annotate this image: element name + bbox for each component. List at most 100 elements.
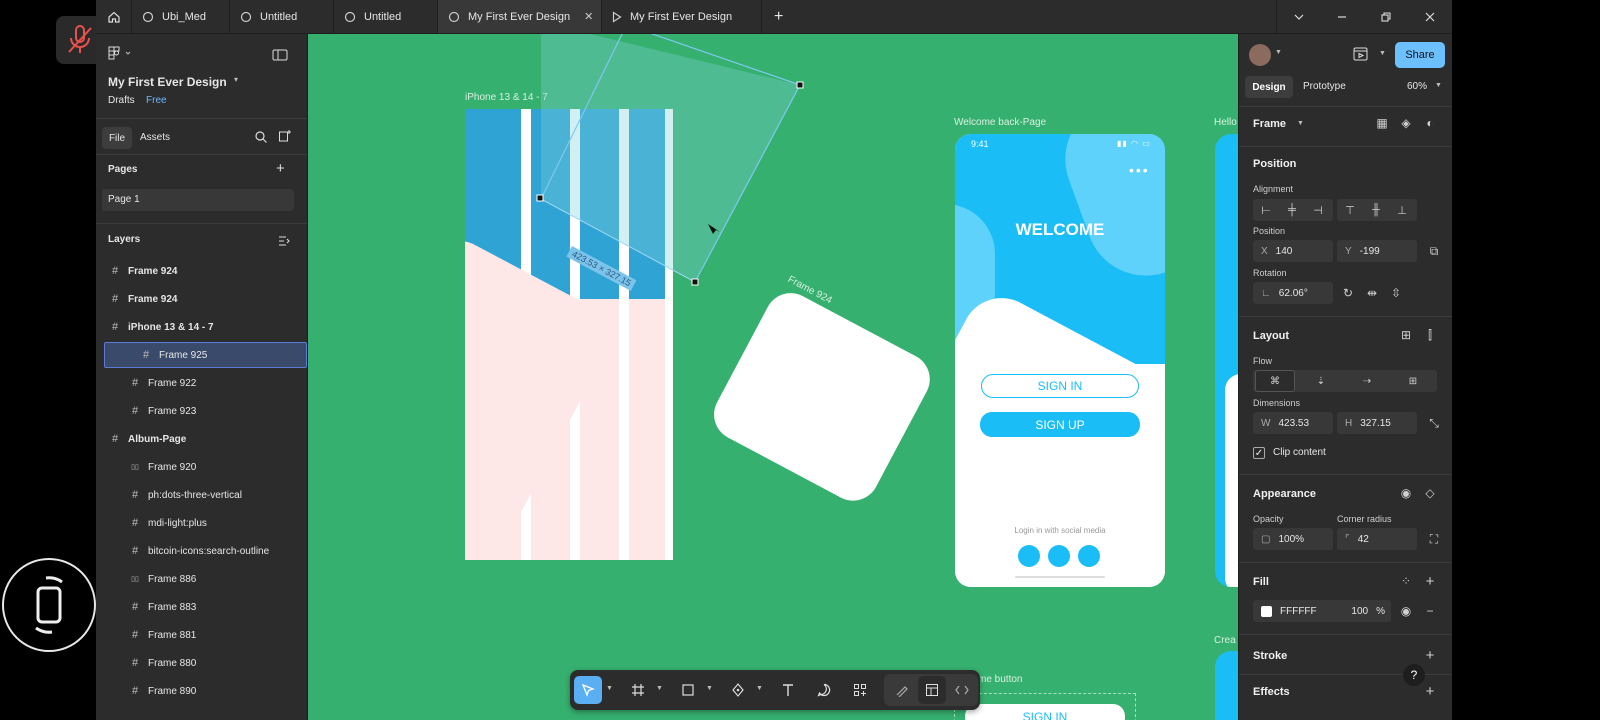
frame-label-create-partial[interactable]: Crea bbox=[1214, 635, 1236, 646]
constraints-icon[interactable]: ⧉ bbox=[1423, 240, 1445, 262]
add-fill-icon[interactable]: + bbox=[1419, 570, 1441, 592]
sign-up-button[interactable]: SIGN UP bbox=[980, 412, 1140, 437]
rotation-input[interactable]: ∟ 62.06° bbox=[1253, 282, 1333, 304]
avatar-chevron-icon[interactable]: ▼ bbox=[1275, 49, 1282, 56]
toggle-sidebar-button[interactable] bbox=[272, 48, 288, 66]
align-top-icon[interactable]: ⊤ bbox=[1339, 199, 1361, 221]
blend-mode-icon[interactable]: ◇ bbox=[1419, 482, 1441, 504]
add-effect-icon[interactable]: + bbox=[1419, 680, 1441, 702]
x-input[interactable]: X 140 bbox=[1253, 240, 1333, 262]
layer-row[interactable]: # Frame 883 bbox=[96, 594, 307, 620]
independent-corners-icon[interactable]: ⛶ bbox=[1423, 528, 1445, 550]
close-window-button[interactable] bbox=[1408, 0, 1452, 33]
minimize-button[interactable] bbox=[1320, 0, 1364, 33]
align-left-icon[interactable]: ⊢ bbox=[1255, 199, 1277, 221]
clip-content-checkbox[interactable]: ✓ bbox=[1253, 447, 1265, 459]
zoom-level[interactable]: 60% bbox=[1407, 81, 1427, 92]
file-name[interactable]: My First Ever Design bbox=[108, 75, 227, 89]
page-item[interactable]: Page 1 bbox=[102, 189, 294, 211]
frame-label-button[interactable]: me button bbox=[978, 674, 1022, 685]
tab-my-first-ever-design-prototype[interactable]: My First Ever Design bbox=[602, 0, 762, 33]
layer-row[interactable]: # ph:dots-three-vertical bbox=[96, 482, 307, 508]
styles-icon[interactable]: ⁘ bbox=[1395, 570, 1417, 592]
instagram-icon[interactable] bbox=[1018, 545, 1040, 567]
width-input[interactable]: W 423.53 bbox=[1253, 412, 1333, 434]
add-library-button[interactable] bbox=[278, 129, 292, 148]
text-tool-button[interactable] bbox=[774, 676, 802, 704]
tab-untitled-1[interactable]: Untitled bbox=[230, 0, 334, 33]
actions-button[interactable] bbox=[846, 676, 874, 704]
layer-row[interactable]: # iPhone 13 & 14 - 7 bbox=[96, 314, 307, 340]
rotate-screen-button[interactable] bbox=[2, 558, 96, 652]
chevron-down-icon[interactable]: ▼ bbox=[756, 685, 763, 692]
layer-row[interactable]: # mdi-light:plus bbox=[96, 510, 307, 536]
contrast-icon[interactable]: ◐ bbox=[1419, 112, 1441, 134]
new-tab-button[interactable]: + bbox=[764, 0, 794, 33]
corner-radius-input[interactable]: ⌜ 42 bbox=[1337, 528, 1417, 550]
bottom-sign-in-button[interactable]: SIGN IN bbox=[965, 704, 1125, 720]
layer-row[interactable]: # Frame 881 bbox=[96, 622, 307, 648]
button-component-frame[interactable]: SIGN IN bbox=[954, 693, 1136, 720]
flip-vertical-icon[interactable]: ⇳ bbox=[1385, 282, 1407, 304]
component-icon[interactable]: ◈ bbox=[1395, 112, 1417, 134]
tab-file[interactable]: File bbox=[102, 127, 132, 149]
pen-tool-button[interactable] bbox=[724, 676, 752, 704]
layer-row[interactable]: # Album-Page bbox=[96, 426, 307, 452]
search-layers-button[interactable] bbox=[254, 130, 268, 149]
chevron-down-icon[interactable]: ▼ bbox=[706, 685, 713, 692]
layer-row[interactable]: ▯▯ Frame 920 bbox=[96, 454, 307, 480]
avatar[interactable] bbox=[1249, 44, 1271, 66]
file-name-chevron-icon[interactable]: ▾ bbox=[234, 75, 238, 84]
resize-icon[interactable]: ⤡ bbox=[1423, 412, 1445, 434]
layer-row[interactable]: # Frame 924 bbox=[96, 286, 307, 312]
y-input[interactable]: Y -199 bbox=[1337, 240, 1417, 262]
layer-row[interactable]: # Frame 924 bbox=[96, 258, 307, 284]
layer-row[interactable]: # Frame 925 bbox=[104, 342, 307, 368]
layer-row[interactable]: # Frame 922 bbox=[96, 370, 307, 396]
layer-row[interactable]: # Frame 890 bbox=[96, 678, 307, 704]
align-center-h-icon[interactable]: ╪ bbox=[1281, 199, 1303, 221]
frame-tool-button[interactable] bbox=[624, 676, 652, 704]
dev-mode-button[interactable] bbox=[948, 676, 976, 704]
draw-mode-button[interactable] bbox=[888, 676, 916, 704]
tab-untitled-2[interactable]: Untitled bbox=[334, 0, 438, 33]
restore-button[interactable] bbox=[1364, 0, 1408, 33]
layer-row[interactable]: # bitcoin-icons:search-outline bbox=[96, 538, 307, 564]
comment-tool-button[interactable] bbox=[810, 676, 838, 704]
opacity-input[interactable]: ▢ 100% bbox=[1253, 528, 1333, 550]
layers-options-button[interactable] bbox=[278, 234, 290, 252]
chevron-down-icon[interactable]: ▼ bbox=[606, 685, 613, 692]
main-menu-button[interactable] bbox=[108, 46, 134, 65]
welcome-phone-frame[interactable]: 9:41 ▮▮ ◠ ▭ ••• WELCOME SIGN IN SIGN UP … bbox=[955, 134, 1165, 587]
grid-view-icon[interactable]: ▦ bbox=[1371, 112, 1393, 134]
add-page-button[interactable]: + bbox=[276, 160, 285, 177]
remove-fill-icon[interactable]: − bbox=[1419, 600, 1441, 622]
zoom-chevron-icon[interactable]: ▼ bbox=[1435, 82, 1442, 89]
tab-design[interactable]: Design bbox=[1245, 76, 1293, 98]
design-canvas[interactable]: iPhone 13 & 14 - 7 423.53 × 327.15 Frame… bbox=[308, 34, 1238, 720]
frame-label-welcome[interactable]: Welcome back-Page bbox=[954, 117, 1046, 128]
fill-input[interactable]: FFFFFF 100 % bbox=[1253, 600, 1391, 622]
grid-flow-icon[interactable]: ⊞ bbox=[1393, 370, 1433, 392]
layer-row[interactable]: ▯▯ Frame 886 bbox=[96, 566, 307, 592]
layer-row[interactable]: # Frame 880 bbox=[96, 650, 307, 676]
shape-tool-button[interactable] bbox=[674, 676, 702, 704]
present-button[interactable] bbox=[1353, 47, 1369, 66]
fill-visibility-icon[interactable]: ◉ bbox=[1395, 600, 1417, 622]
home-button[interactable] bbox=[96, 0, 132, 33]
create-frame-partial[interactable] bbox=[1215, 651, 1238, 720]
align-bottom-icon[interactable]: ⊥ bbox=[1391, 199, 1413, 221]
tabs-dropdown-button[interactable] bbox=[1276, 0, 1320, 33]
tab-ubi-med[interactable]: Ubi_Med bbox=[132, 0, 230, 33]
layout-grid-icon[interactable]: ⊞ bbox=[1395, 324, 1417, 346]
auto-layout-icon[interactable]: ⫿ bbox=[1419, 324, 1441, 346]
frame-type-chevron-icon[interactable]: ▼ bbox=[1297, 120, 1304, 127]
frame-title[interactable]: Frame bbox=[1253, 118, 1286, 130]
freeform-flow-icon[interactable]: ⌘ bbox=[1255, 370, 1295, 392]
sign-in-button[interactable]: SIGN IN bbox=[981, 374, 1139, 398]
layer-row[interactable]: # Frame 923 bbox=[96, 398, 307, 424]
add-stroke-icon[interactable]: + bbox=[1419, 644, 1441, 666]
close-tab-icon[interactable]: ✕ bbox=[584, 10, 593, 23]
flip-horizontal-icon[interactable]: ⇹ bbox=[1361, 282, 1383, 304]
tab-prototype[interactable]: Prototype bbox=[1303, 81, 1346, 92]
